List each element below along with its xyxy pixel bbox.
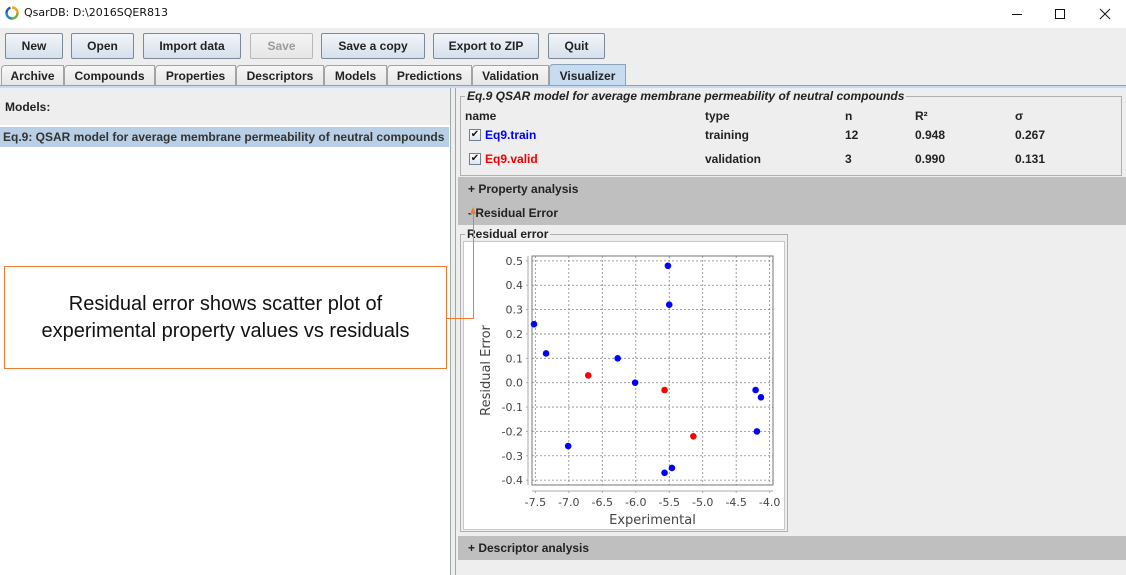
train-n: 12: [845, 128, 859, 142]
y-tick-label: -0.3: [502, 450, 523, 463]
train-data-point: [664, 262, 672, 270]
annotation-connector-vertical: [473, 212, 474, 319]
save-a-copy-button[interactable]: Save a copy: [321, 33, 425, 59]
x-tick-label: -5.0: [692, 496, 713, 509]
visualizer-pane: Eq.9 QSAR model for average membrane per…: [456, 88, 1126, 575]
maximize-icon: [1055, 9, 1065, 19]
valid-model-name[interactable]: Eq9.valid: [485, 152, 538, 166]
open-button[interactable]: Open: [71, 33, 134, 59]
tab-models[interactable]: Models: [324, 65, 387, 85]
header-n: n: [845, 109, 853, 123]
header-r2: R²: [915, 109, 928, 123]
annotation-connector: [447, 318, 474, 319]
model-summary-group: Eq.9 QSAR model for average membrane per…: [460, 89, 1122, 176]
residual-error-panel-title: Residual error: [465, 227, 551, 241]
residual-error-toggle[interactable]: - Residual Error: [458, 201, 1126, 225]
train-data-point: [753, 428, 761, 435]
valid-r2: 0.990: [915, 152, 946, 166]
train-data-point: [631, 379, 639, 386]
window-title: QsarDB: D:\2016SQER813: [24, 6, 168, 19]
model-list-item[interactable]: Eq.9: QSAR model for average membrane pe…: [0, 127, 449, 147]
residual-scatter-chart: 0.5 0.4 0.3 0.2 0.1 0.0 -0.1 -0.2 -0.3 -0.4-7.5 -7…: [479, 255, 780, 528]
train-r2: 0.948: [915, 128, 946, 142]
toolbar: New Open Import data Save Save a copy Ex…: [0, 28, 1126, 64]
y-tick-label: -0.1: [502, 401, 523, 414]
tab-validation[interactable]: Validation: [472, 65, 549, 85]
train-checkbox[interactable]: ✔: [469, 129, 481, 141]
y-tick-label: -0.4: [502, 474, 523, 487]
train-data-point: [668, 464, 676, 472]
train-type: training: [705, 128, 749, 142]
train-model-name[interactable]: Eq9.train: [485, 128, 536, 142]
header-name: name: [465, 109, 497, 123]
x-tick-label: -6.0: [625, 496, 646, 509]
main-tabs: Archive Compounds Properties Descriptors…: [0, 64, 1126, 86]
plot-frame: [531, 255, 774, 486]
header-sigma: σ: [1015, 109, 1024, 123]
valid-type: validation: [705, 152, 762, 166]
tab-visualizer[interactable]: Visualizer: [549, 64, 626, 86]
minimize-button[interactable]: [994, 0, 1040, 28]
save-button[interactable]: Save: [250, 33, 313, 59]
annotation-arrowhead-icon: [470, 207, 476, 214]
import-data-button[interactable]: Import data: [143, 33, 241, 59]
qsardb-ring-icon: [5, 6, 19, 20]
x-tick-label: -5.5: [659, 496, 680, 509]
train-data-point: [752, 386, 759, 394]
tab-predictions[interactable]: Predictions: [387, 65, 472, 85]
valid-sigma: 0.131: [1015, 152, 1046, 166]
valid-data-point: [690, 432, 697, 440]
train-data-point: [665, 301, 673, 309]
tab-descriptors[interactable]: Descriptors: [236, 65, 324, 85]
y-tick-label: 0.1: [506, 352, 524, 365]
close-icon: [1099, 8, 1111, 20]
models-label: Models:: [5, 100, 51, 114]
x-tick-label: -7.0: [558, 496, 579, 509]
header-type: type: [705, 109, 730, 123]
x-tick-label: -6.5: [592, 496, 613, 509]
checkmark-icon: ✔: [470, 153, 480, 164]
y-tick-label: -0.2: [502, 425, 523, 438]
x-tick-label: -4.5: [725, 496, 746, 509]
x-tick-label: -7.5: [525, 496, 546, 509]
train-data-point: [564, 442, 572, 450]
tab-archive[interactable]: Archive: [1, 65, 64, 85]
valid-data-point: [661, 386, 668, 394]
model-group-title: Eq.9 QSAR model for average membrane per…: [465, 89, 907, 103]
y-tick-label: 0.3: [506, 304, 524, 317]
close-button[interactable]: [1082, 0, 1126, 28]
checkmark-icon: ✔: [470, 129, 480, 140]
new-button[interactable]: New: [5, 33, 63, 59]
property-analysis-toggle[interactable]: + Property analysis: [458, 177, 1126, 201]
train-data-point: [530, 320, 538, 328]
quit-button[interactable]: Quit: [548, 33, 605, 59]
valid-checkbox[interactable]: ✔: [469, 153, 481, 165]
train-sigma: 0.267: [1015, 128, 1046, 142]
maximize-button[interactable]: [1037, 0, 1083, 28]
descriptor-analysis-toggle[interactable]: + Descriptor analysis: [458, 536, 1126, 560]
train-data-point: [757, 393, 765, 401]
x-axis-title: Experimental: [609, 513, 696, 528]
y-tick-label: 0.4: [506, 279, 524, 292]
y-tick-label: 0.2: [506, 328, 524, 341]
tab-properties[interactable]: Properties: [155, 65, 236, 85]
residual-error-panel: Residual error 0.5 0.4 0.3 0.2 0.1 0.0 -0.1 -0.…: [460, 227, 788, 532]
export-to-zip-button[interactable]: Export to ZIP: [433, 33, 539, 59]
tab-compounds[interactable]: Compounds: [64, 65, 155, 85]
annotation-callout: Residual error shows scatter plot of exp…: [4, 266, 447, 369]
train-data-point: [661, 469, 668, 477]
valid-n: 3: [845, 152, 852, 166]
residual-plot-area: 0.5 0.4 0.3 0.2 0.1 0.0 -0.1 -0.2 -0.3 -0.4 -7.5 -7…: [463, 241, 785, 530]
train-data-point: [614, 355, 621, 362]
y-axis-title: Residual Error: [479, 324, 494, 415]
title-bar: QsarDB: D:\2016SQER813: [0, 0, 1126, 28]
y-tick-label: 0.0: [506, 377, 524, 390]
y-tick-label: 0.5: [506, 255, 524, 268]
x-tick-label: -4.0: [759, 496, 780, 509]
annotation-text: Residual error shows scatter plot of exp…: [41, 292, 410, 342]
train-data-point: [542, 350, 550, 357]
valid-data-point: [584, 372, 592, 379]
minimize-icon: [1012, 14, 1022, 15]
